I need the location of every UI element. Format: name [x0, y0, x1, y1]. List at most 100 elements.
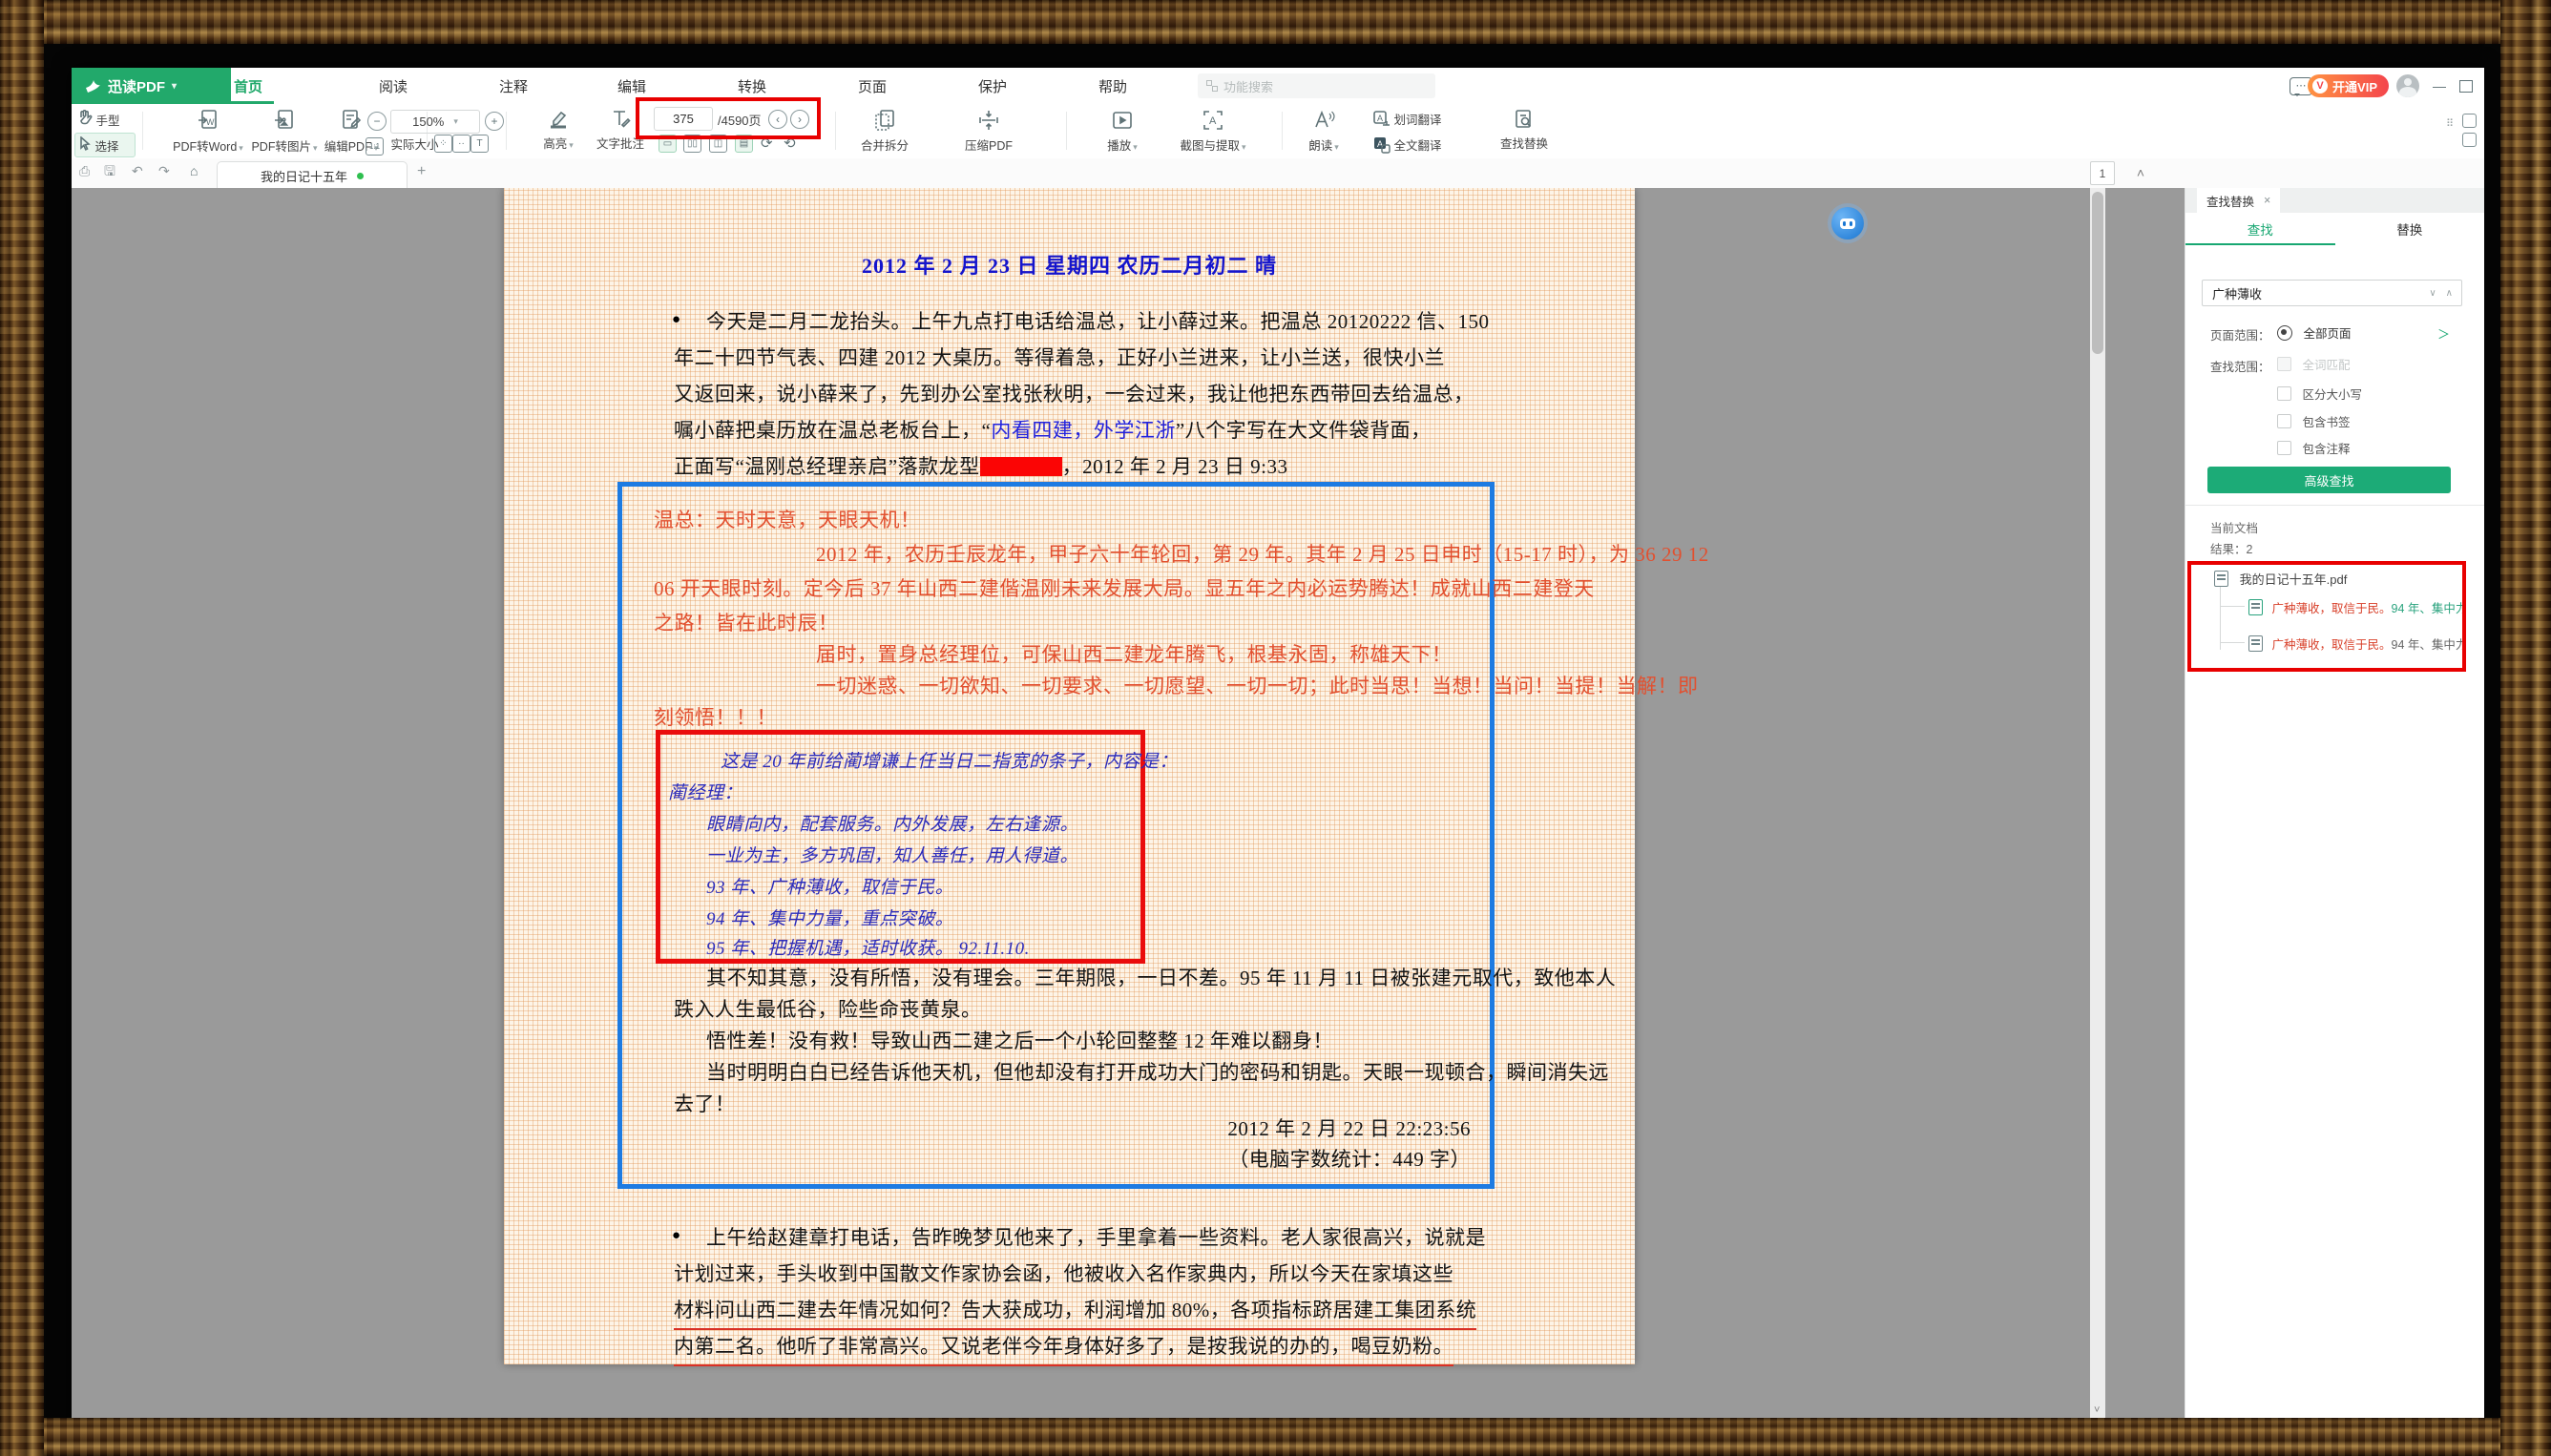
scroll-left-button[interactable]: ‹ — [75, 1421, 79, 1431]
menu-tab-home[interactable]: 首页 — [222, 68, 274, 104]
vip-button[interactable]: V开通VIP — [2308, 68, 2389, 104]
find-next-icon[interactable]: ∧ — [2446, 288, 2453, 299]
scope-label: 查找范围： — [2210, 357, 2270, 375]
snapshot-extract-button[interactable]: A 截图与提取▾ — [1167, 108, 1259, 154]
menu-tab-annotate[interactable]: 注释 — [488, 68, 539, 104]
fit-text-icon: T — [470, 135, 489, 153]
diary-line: 又返回来，说小薛来了，先到办公室找张秋明，一会过来，我让他把东西带回去给温总， — [674, 379, 1474, 407]
redo-icon[interactable]: ↷ — [158, 164, 170, 177]
tab-find[interactable]: 查找 — [2185, 213, 2335, 245]
find-replace-button[interactable]: 查找替换 — [1494, 108, 1555, 152]
word-translate-button[interactable]: A 划词翻译 — [1373, 110, 1442, 128]
checkbox-icon — [2277, 386, 2291, 401]
scroll-down-button[interactable]: ˅ — [2094, 1405, 2100, 1416]
compress-pdf-button[interactable]: 压缩PDF — [957, 108, 1020, 154]
checkbox-disabled-icon — [2277, 357, 2291, 371]
fit-width-button[interactable]: ·· — [452, 135, 470, 153]
diary-line: 年二十四节气表、四建 2012 大桌历。等得着急，正好小兰进来，让小兰送，很快小… — [674, 343, 1445, 371]
scroll-up-button[interactable]: ˄ — [2137, 166, 2144, 179]
scroll-right-button[interactable]: › — [2082, 1421, 2086, 1431]
actual-size-button[interactable]: 1:1 实际大小 — [366, 135, 439, 156]
horizontal-scrollbar-thumb[interactable] — [122, 1421, 382, 1431]
fit-page-button[interactable]: ⁘ — [434, 135, 452, 153]
checkbox-icon — [2277, 414, 2291, 428]
hand-tool-button[interactable]: 手型 — [77, 110, 120, 129]
blue-phrase: 内看四建，外学江浙 — [991, 419, 1176, 442]
advanced-find-button[interactable]: 高级查找 — [2207, 467, 2451, 493]
option-include-annotations[interactable]: 包含注释 — [2277, 439, 2351, 457]
red-diary-line: 2012 年，农历壬辰龙年，甲子六十年轮回，第 29 年。其年 2 月 25 日… — [816, 539, 1709, 568]
function-search-input[interactable]: 功能搜索 — [1198, 73, 1435, 98]
fit-text-button[interactable]: T — [470, 135, 489, 153]
document-canvas[interactable]: 2012 年 2 月 23 日 星期四 农历二月初二 晴 ● 今天是二月二龙抬头… — [72, 188, 2185, 1433]
kai-line: 94 年、集中力量，重点突破。 — [706, 905, 953, 930]
menu-tab-read[interactable]: 阅读 — [367, 68, 419, 104]
page-range-radio[interactable]: 全部页面 — [2277, 323, 2352, 342]
toolbar-separator — [506, 112, 507, 150]
frame-right-edge — [2500, 0, 2551, 1456]
diary-line: 其不知其意，没有所悟，没有理会。三年期限，一日不差。95 年 11 月 11 日… — [706, 963, 1616, 991]
kai-line: 93 年、广种薄收，取信于民。 — [706, 873, 953, 899]
compress-pdf-icon — [976, 108, 1001, 133]
user-avatar[interactable] — [2396, 68, 2419, 104]
undo-icon[interactable]: ↶ — [132, 164, 143, 177]
document-tab[interactable]: 我的日记十五年 — [217, 161, 408, 189]
vertical-scrollbar-thumb[interactable] — [2092, 192, 2103, 354]
option-include-bookmarks[interactable]: 包含书签 — [2277, 412, 2351, 430]
pdf-page[interactable]: 2012 年 2 月 23 日 星期四 农历二月初二 晴 ● 今天是二月二龙抬头… — [504, 188, 1635, 1364]
panel-close-icon[interactable]: × — [2264, 194, 2270, 207]
bullet-icon: ● — [672, 312, 681, 328]
vertical-scrollbar[interactable]: ˅ — [2090, 188, 2105, 1418]
find-previous-icon[interactable]: ∨ — [2429, 288, 2436, 299]
merge-split-button[interactable]: 合并拆分 — [854, 108, 915, 154]
zoom-level-select[interactable]: 150%▾ — [390, 110, 480, 134]
save-icon[interactable]: 🖫 — [104, 164, 115, 177]
diary-line: 上午给赵建章打电话，告昨晚梦见他来了，手里拿着一些资料。老人家很高兴，说就是 — [706, 1222, 1486, 1251]
home-icon[interactable]: ⌂ — [190, 164, 198, 177]
select-tool-button[interactable]: 选择 — [74, 133, 136, 157]
diary-line: 内第二名。他听了非常高兴。又说老伴今年身体好多了，是按我说的办的，喝豆奶粉。 — [674, 1331, 1453, 1360]
red-diary-line: 届时，置身总经理位，可保山西二建龙年腾飞，根基永固，称雄天下！ — [816, 639, 1453, 668]
snapshot-icon: A — [1201, 108, 1225, 133]
pdf-reader-window: 迅读PDF ▾ 首页 阅读 注释 编辑 转换 页面 保护 帮助 功能搜索 ⋯ V… — [72, 68, 2484, 1433]
fit-page-icon: ⁘ — [434, 135, 452, 153]
find-query-input[interactable]: 广种薄收 ∨ ∧ — [2202, 280, 2462, 306]
horizontal-scrollbar[interactable]: ‹ › — [72, 1419, 2090, 1433]
more-tools-icon[interactable]: ⠿ — [2446, 117, 2456, 130]
kai-line: 蔺经理： — [668, 779, 742, 804]
zoom-out-button[interactable]: − — [367, 112, 387, 131]
full-translate-button[interactable]: A 全文翻译 — [1373, 135, 1442, 154]
diary-line: 今天是二月二龙抬头。上午九点打电话给温总，让小薛过来。把温总 20120222 … — [706, 306, 1490, 335]
menu-tab-protect[interactable]: 保护 — [967, 68, 1018, 104]
read-aloud-button[interactable]: 朗读▾ — [1297, 108, 1350, 154]
restore-button[interactable] — [2459, 68, 2473, 104]
menu-tab-help[interactable]: 帮助 — [1087, 68, 1139, 104]
bird-logo-icon — [85, 79, 101, 94]
radio-selected-icon — [2277, 325, 2292, 341]
merge-split-icon — [872, 108, 897, 133]
highlight-button[interactable]: 高亮▾ — [530, 108, 587, 152]
word-translate-icon: A — [1373, 111, 1391, 128]
diary-line: 正面写“温刚总经理亲启”落款龙型，2012 年 2 月 23 日 9:33 — [674, 451, 1287, 480]
option-match-case[interactable]: 区分大小写 — [2277, 385, 2362, 403]
new-tab-button[interactable]: + — [417, 164, 426, 179]
tab-replace[interactable]: 替换 — [2335, 213, 2485, 245]
panel-header: 查找替换 × — [2185, 188, 2484, 213]
diary-line: 计划过来，手头收到中国散文作家协会函，他被收入名作家典内，所以今天在家填这些 — [674, 1258, 1453, 1287]
play-button[interactable]: 播放▾ — [1095, 108, 1150, 154]
app-logo-button[interactable]: 迅读PDF ▾ — [72, 68, 231, 104]
zoom-in-button[interactable]: + — [485, 112, 504, 131]
diary-line: 悟性差！没有救！导致山西二建之后一个小轮回整整 12 年难以翻身！ — [706, 1026, 1333, 1054]
one-to-one-icon: 1:1 — [366, 137, 384, 156]
print-icon[interactable]: ⎙ — [79, 164, 90, 177]
minimize-button[interactable]: — — [2433, 68, 2446, 104]
panel-layout-toggle[interactable] — [2462, 114, 2477, 150]
assistant-floating-button[interactable] — [1831, 207, 1864, 239]
panel-title-tab[interactable]: 查找替换 × — [2197, 188, 2280, 213]
logo-caret-icon: ▾ — [172, 81, 177, 92]
panel-title: 查找替换 — [2206, 192, 2254, 210]
hand-icon — [77, 110, 93, 125]
page-range-expand-icon[interactable]: ＞ — [2437, 324, 2450, 343]
menu-tab-page[interactable]: 页面 — [847, 68, 898, 104]
red-diary-line: 刻领悟！！！ — [654, 702, 777, 731]
